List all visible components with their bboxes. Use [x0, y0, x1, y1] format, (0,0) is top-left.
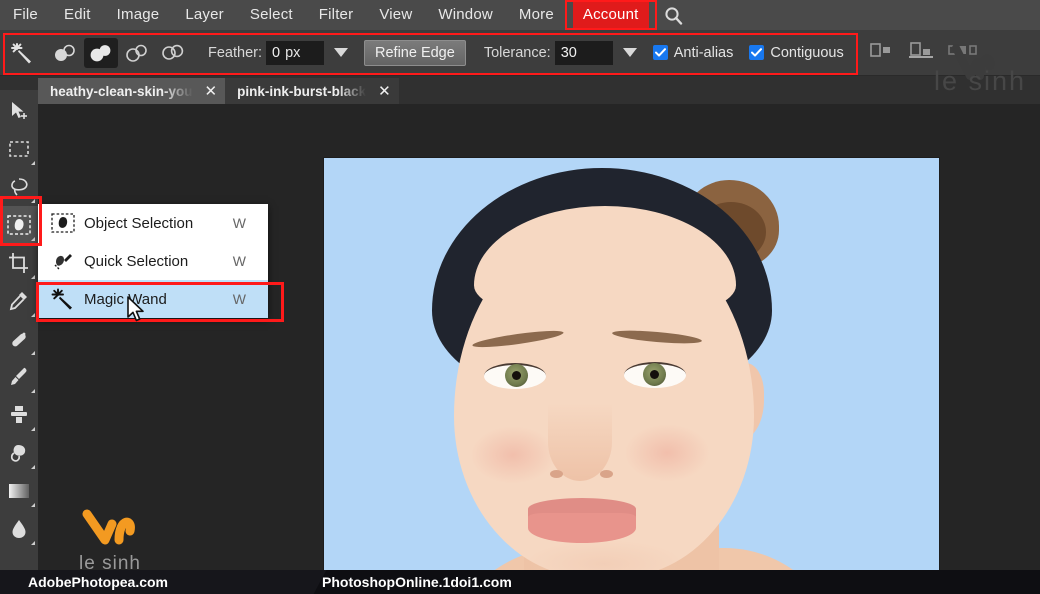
contiguous-checkbox[interactable]: [749, 45, 765, 60]
tools-panel: [0, 90, 38, 570]
healing-brush-tool[interactable]: [0, 320, 38, 358]
flyout-label: Object Selection: [84, 214, 194, 232]
flyout-item-magic-wand[interactable]: Magic Wand W: [38, 280, 268, 318]
watermark-logo-bottom-left: le sinh: [62, 508, 158, 575]
menu-item-more[interactable]: More: [506, 0, 567, 30]
eraser-tool[interactable]: [0, 434, 38, 472]
document-tab-active[interactable]: heathy-clean-skin-you ✕: [38, 78, 226, 104]
antialias-label: Anti-alias: [673, 44, 734, 61]
portrait-cheek-right: [624, 424, 710, 482]
flyout-item-object-selection[interactable]: Object Selection W: [38, 204, 268, 242]
contiguous-label: Contiguous: [770, 44, 844, 61]
selection-mode-add[interactable]: [84, 37, 118, 68]
flyout-shortcut: W: [232, 253, 246, 269]
watermark-text-top-right: le sinh: [933, 66, 1026, 96]
rectangular-marquee-tool[interactable]: [0, 130, 38, 168]
menu-item-layer[interactable]: Layer: [172, 0, 237, 30]
menu-item-window[interactable]: Window: [425, 0, 506, 30]
menu-item-select[interactable]: Select: [237, 0, 306, 30]
feather-value: 0: [272, 44, 281, 61]
menu-bar: File Edit Image Layer Select Filter View…: [0, 0, 1040, 30]
portrait-cheek-left: [470, 426, 556, 484]
tool-flyout-menu: Object Selection W Quick Selection W Mag…: [38, 204, 268, 318]
document-tab-bar: heathy-clean-skin-you ✕ pink-ink-burst-b…: [0, 76, 1040, 104]
brush-tool[interactable]: [0, 358, 38, 396]
banner-left-text: AdobePhotopea.com: [28, 574, 169, 590]
flyout-shortcut: W: [232, 215, 246, 231]
eyedropper-tool[interactable]: [0, 282, 38, 320]
mouse-cursor-icon: [126, 296, 146, 329]
banner-right-text: PhotoshopOnline.1doi1.com: [322, 574, 512, 590]
feather-input[interactable]: 0 px: [266, 40, 324, 65]
tolerance-input[interactable]: 30: [554, 40, 613, 65]
account-menu-wrapper: Account: [564, 0, 657, 30]
move-tool[interactable]: [0, 92, 38, 130]
tolerance-label: Tolerance:: [483, 44, 551, 61]
refine-edge-button[interactable]: Refine Edge: [364, 39, 466, 66]
tolerance-value: 30: [560, 44, 577, 61]
feather-label: Feather:: [208, 44, 262, 61]
portrait-pupil-left: [512, 371, 521, 380]
document-tab-inactive[interactable]: pink-ink-burst-black ✕: [225, 78, 399, 104]
selection-mode-subtract[interactable]: [120, 38, 154, 68]
portrait-nostril-left: [550, 470, 563, 478]
menu-item-filter[interactable]: Filter: [306, 0, 367, 30]
portrait-lower-lip: [528, 513, 636, 543]
crop-tool[interactable]: [0, 244, 38, 282]
menu-item-view[interactable]: View: [366, 0, 425, 30]
contiguous-checkbox-row[interactable]: Contiguous: [749, 44, 844, 61]
clone-stamp-tool[interactable]: [0, 396, 38, 434]
menu-item-edit[interactable]: Edit: [51, 0, 104, 30]
magic-wand-icon[interactable]: [0, 30, 44, 76]
menu-item-image[interactable]: Image: [104, 0, 173, 30]
tolerance-dropdown-caret-icon[interactable]: [622, 48, 637, 57]
flyout-label: Magic Wand: [84, 290, 167, 308]
bottom-banner: AdobePhotopea.com PhotoshopOnline.1doi1.…: [0, 570, 1040, 594]
tab-title: heathy-clean-skin-you: [50, 83, 193, 99]
flyout-item-quick-selection[interactable]: Quick Selection W: [38, 242, 268, 280]
lasso-tool[interactable]: [0, 168, 38, 206]
tab-title: pink-ink-burst-black: [237, 83, 367, 99]
selection-mode-new[interactable]: [48, 38, 82, 68]
canvas-work-area[interactable]: [38, 104, 1040, 577]
blur-tool[interactable]: [0, 510, 38, 548]
image-canvas[interactable]: [323, 157, 940, 577]
antialias-checkbox[interactable]: [652, 45, 668, 60]
object-selection-tool[interactable]: [0, 206, 38, 244]
portrait-nostril-right: [600, 470, 613, 478]
object-selection-icon: [48, 213, 78, 233]
selection-mode-intersect[interactable]: [156, 38, 190, 68]
gradient-tool[interactable]: [0, 472, 38, 510]
align-bottom-icon[interactable]: [908, 41, 934, 64]
feather-dropdown-caret-icon[interactable]: [334, 48, 348, 57]
feather-unit: px: [285, 44, 301, 61]
photopea-window: File Edit Image Layer Select Filter View…: [0, 0, 1040, 594]
search-icon[interactable]: [661, 0, 687, 30]
selection-mode-group: [48, 37, 190, 68]
flyout-label: Quick Selection: [84, 252, 189, 270]
menu-item-account[interactable]: Account: [572, 2, 649, 28]
antialias-checkbox-row[interactable]: Anti-alias: [652, 44, 734, 61]
flyout-shortcut: W: [232, 291, 246, 307]
quick-selection-icon: [48, 251, 78, 271]
tool-options-bar: Feather: 0 px Refine Edge Tolerance: 30 …: [0, 30, 1040, 76]
magic-wand-icon: [48, 288, 78, 310]
align-left-icon[interactable]: [868, 41, 894, 64]
tab-close-icon[interactable]: ✕: [378, 84, 391, 99]
menu-item-file[interactable]: File: [0, 0, 51, 30]
portrait-pupil-right: [650, 370, 659, 379]
tab-close-icon[interactable]: ✕: [205, 84, 218, 99]
